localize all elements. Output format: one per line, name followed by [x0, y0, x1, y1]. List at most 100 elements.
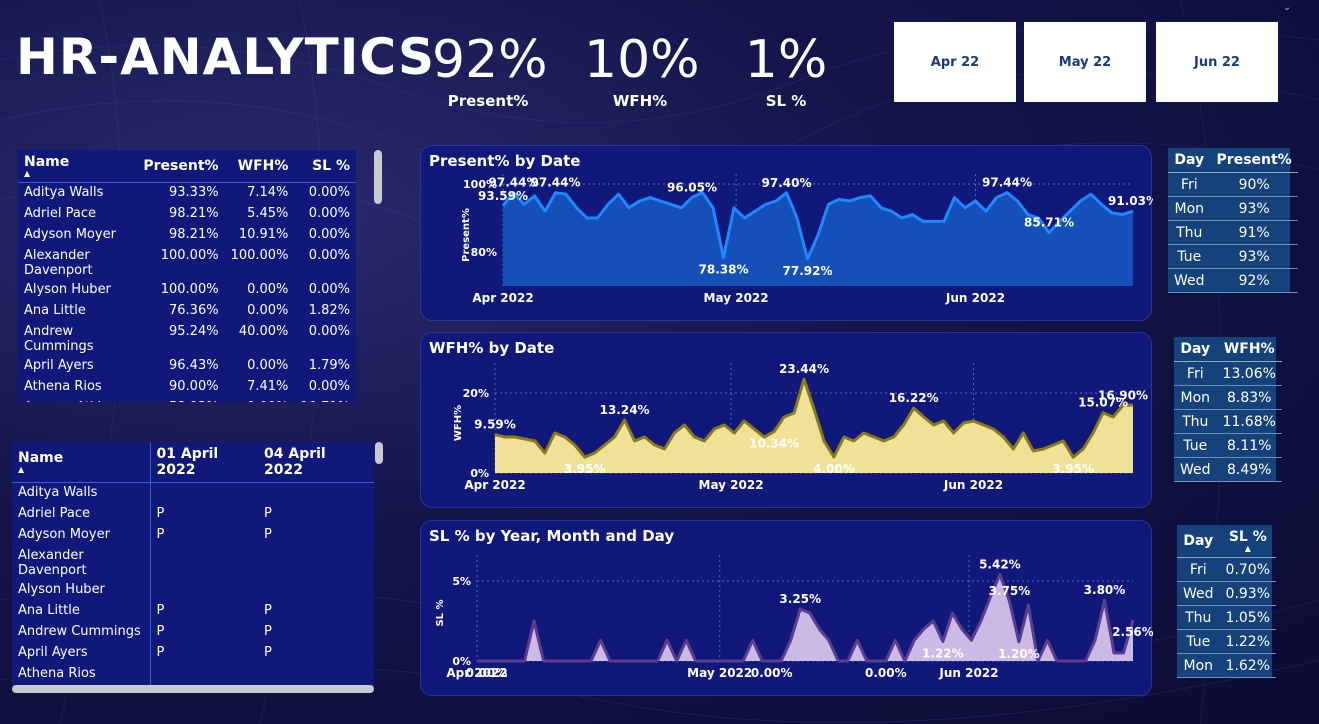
- table-cell: [258, 483, 374, 504]
- table-cell: Ana Little: [24, 302, 86, 318]
- data-label: 0.00%: [865, 666, 907, 680]
- col-header-date2[interactable]: 04 April 2022: [258, 442, 374, 483]
- table-cell: 98.21%: [169, 205, 219, 221]
- table-cell: Fri: [1174, 361, 1217, 386]
- table-cell: Athena Rios: [12, 663, 151, 685]
- table-cell: P: [156, 623, 165, 639]
- table-row[interactable]: Thu 1.05%: [1177, 605, 1277, 630]
- table-cell: 10.71%: [294, 398, 356, 403]
- table-row[interactable]: Adriel Pace 98.21% 5.45% 0.00%: [18, 204, 356, 225]
- col-header-day[interactable]: Day: [1177, 525, 1220, 558]
- data-label: 0.00%: [466, 666, 508, 680]
- col-header-name[interactable]: Name ▲: [12, 442, 151, 483]
- table-row[interactable]: Tue 1.22%: [1177, 629, 1277, 654]
- table-cell: 98.21%: [169, 226, 219, 242]
- table-cell: 0.00%: [308, 378, 350, 394]
- table-row[interactable]: Adyson Moyer P P: [12, 524, 374, 546]
- table-row[interactable]: Wed 0.93%: [1177, 581, 1277, 606]
- slicer-jun[interactable]: Jun 22: [1154, 20, 1280, 104]
- present-chart: 80%100%Apr 2022 May 2022 Jun 2022Present%9…: [461, 174, 1153, 305]
- table-row[interactable]: Thu 91%: [1168, 220, 1298, 245]
- col-header-date1[interactable]: 01 April 2022: [150, 442, 258, 483]
- table-row[interactable]: Adyson Moyer 98.21% 10.91% 0.00%: [18, 225, 356, 246]
- table-row[interactable]: April Ayers P P: [12, 642, 374, 664]
- table-cell: 92%: [1210, 268, 1298, 293]
- col-header-value[interactable]: Present%: [1210, 148, 1298, 173]
- table-cell: 7.14%: [247, 185, 289, 200]
- x-tick-label: May 2022: [687, 666, 752, 680]
- y-axis-label: WFH%: [453, 405, 464, 441]
- col-header-wfh[interactable]: WFH%: [225, 150, 295, 183]
- table-row[interactable]: Mon 8.83%: [1174, 385, 1282, 410]
- table-cell: Fri: [1168, 172, 1211, 197]
- table-row[interactable]: Aditya Walls 93.33% 7.14% 0.00%: [18, 183, 356, 204]
- table-cell: 0.00%: [247, 302, 289, 318]
- table-row[interactable]: Ana Little P P: [12, 600, 374, 622]
- table-cell: 1.05%: [1219, 605, 1277, 630]
- table-cell: Adriel Pace: [24, 205, 96, 221]
- table-row[interactable]: Alyson Huber 100.00% 0.00% 0.00%: [18, 280, 356, 301]
- data-label: 85.71%: [1024, 216, 1074, 230]
- table-cell: 0.00%: [308, 247, 350, 263]
- data-label: 23.44%: [779, 362, 829, 376]
- table-row[interactable]: Tue 93%: [1168, 244, 1298, 269]
- table-cell: 90.00%: [169, 378, 219, 394]
- y-tick-label: 80%: [471, 246, 497, 259]
- table-row[interactable]: Alexander Davenport 100.00% 100.00% 0.00%: [18, 246, 356, 280]
- data-label: 0.00%: [751, 666, 793, 680]
- table-row[interactable]: Andrew Cummings P P: [12, 621, 374, 643]
- chevron-down-icon[interactable]: ⌄: [1283, 2, 1291, 13]
- table-row[interactable]: Andrew Cummings 95.24% 40.00% 0.00%: [18, 322, 356, 356]
- table-row[interactable]: Thu 11.68%: [1174, 409, 1282, 434]
- table-row[interactable]: Ayanna Atkins58.93%9.09%10.71%: [18, 398, 356, 403]
- table-cell: Alexander Davenport: [12, 545, 151, 580]
- table-row[interactable]: Fri 13.06%: [1174, 361, 1282, 386]
- kpi-label: WFH%: [612, 92, 668, 110]
- data-label: 3.25%: [779, 592, 821, 606]
- x-tick-label: Apr 2022: [472, 291, 533, 305]
- slicer-may[interactable]: May 22: [1022, 20, 1148, 104]
- table-cell: P: [156, 602, 165, 618]
- col-header-present[interactable]: Present%: [137, 150, 224, 183]
- table-row[interactable]: Alexander Davenport: [12, 545, 374, 580]
- x-tick-label: Apr 2022: [464, 478, 525, 492]
- table-row[interactable]: Tue 8.11%: [1174, 433, 1282, 458]
- table-row[interactable]: Mon 93%: [1168, 196, 1298, 221]
- table-row[interactable]: Wed 8.49%: [1174, 457, 1282, 482]
- table-row[interactable]: Fri 0.70%: [1177, 557, 1277, 582]
- table-cell: 11.68%: [1216, 409, 1282, 434]
- table-cell: [258, 580, 374, 601]
- table-cell: P: [264, 602, 272, 618]
- col-header-value[interactable]: SL % ▲: [1219, 525, 1277, 558]
- employee-table-scrollbar[interactable]: [374, 150, 382, 204]
- table-row[interactable]: Wed 92%: [1168, 268, 1298, 293]
- table-row[interactable]: Athena Rios 90.00% 7.41% 0.00%: [18, 377, 356, 398]
- table-row[interactable]: Fri 90%: [1168, 172, 1298, 197]
- data-label: 9.59%: [474, 418, 516, 432]
- table-row[interactable]: Mon 1.62%: [1177, 653, 1277, 678]
- table-row[interactable]: Athena Rios: [12, 663, 374, 685]
- col-header-day[interactable]: Day: [1168, 148, 1211, 173]
- table-cell: [150, 483, 258, 504]
- attendance-table-hscrollbar[interactable]: [12, 685, 374, 693]
- present-chart-panel: Present% by Date 80% 100% Apr 2022 May 2022…: [420, 145, 1153, 321]
- table-row[interactable]: Aditya Walls: [12, 482, 374, 504]
- table-cell: 40.00%: [238, 323, 289, 339]
- wfh-chart: 0%20%Apr 2022 May 2022 Jun 2022WFH% 9.59%3.…: [453, 362, 1148, 492]
- table-cell: Ayanna Atkins: [18, 398, 137, 403]
- data-label: 91.03%: [1108, 194, 1153, 208]
- col-header-name[interactable]: Name ▲: [18, 150, 137, 183]
- col-header-sl[interactable]: SL %: [294, 150, 356, 183]
- col-header-value[interactable]: WFH%: [1216, 337, 1282, 362]
- x-tick-label: Jun 2022: [938, 666, 998, 680]
- table-row[interactable]: Ana Little 76.36% 0.00% 1.82%: [18, 301, 356, 322]
- col-header-day[interactable]: Day: [1174, 337, 1217, 362]
- attendance-table-scrollbar[interactable]: [375, 442, 383, 464]
- table-cell: 90%: [1210, 172, 1298, 197]
- data-label: 3.80%: [1084, 583, 1126, 597]
- table-row[interactable]: April Ayers 96.43% 0.00% 1.79%: [18, 356, 356, 377]
- table-row[interactable]: Adriel Pace P P: [12, 503, 374, 525]
- table-cell: 0.00%: [308, 205, 350, 221]
- table-row[interactable]: Alyson Huber: [12, 579, 374, 601]
- slicer-apr[interactable]: Apr 22: [892, 20, 1018, 104]
